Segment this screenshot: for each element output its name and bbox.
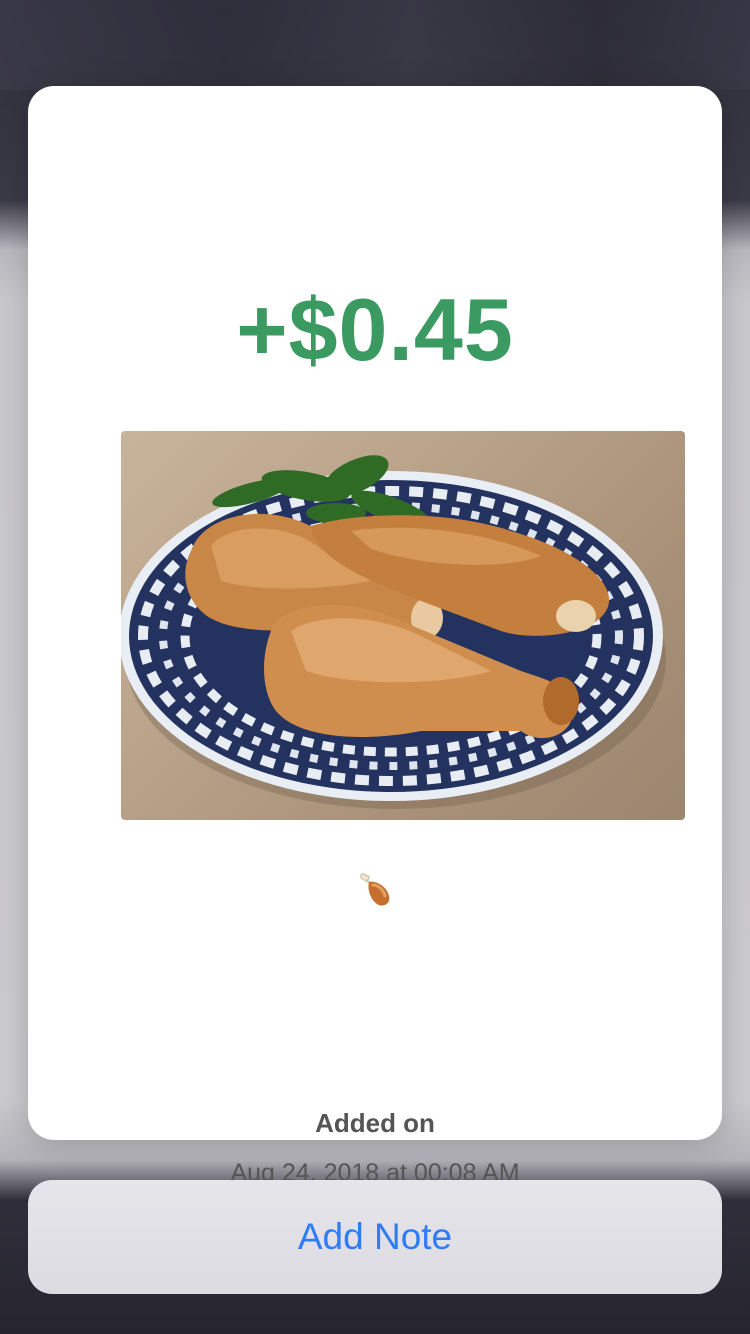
add-note-button[interactable]: Add Note — [28, 1180, 722, 1294]
background-blur — [0, 0, 750, 90]
amount-value: +$0.45 — [236, 280, 514, 379]
photo-illustration — [121, 455, 666, 809]
added-on-label: Added on — [315, 1108, 435, 1138]
transaction-card: +$0.45 Added on Aug 24, 2018 at 00:08 AM — [28, 86, 722, 1187]
poultry-leg-icon — [28, 870, 722, 916]
chicken-drumsticks-photo — [121, 431, 685, 820]
